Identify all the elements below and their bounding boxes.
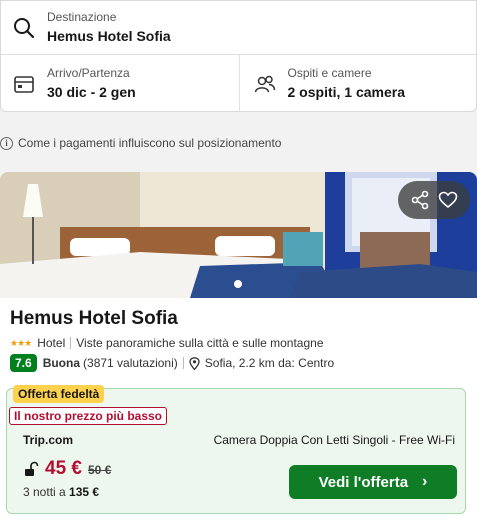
view-deal-button[interactable]: Vedi l'offerta ›: [289, 465, 457, 499]
destination-field[interactable]: Destinazione Hemus Hotel Sofia: [1, 1, 476, 55]
guests-field[interactable]: Ospiti e camere 2 ospiti, 1 camera: [238, 55, 477, 112]
hotel-type: Hotel: [37, 336, 66, 350]
destination-label: Destinazione: [47, 10, 117, 24]
guests-label: Ospiti e camere: [287, 66, 372, 80]
heart-icon[interactable]: [437, 189, 459, 211]
total-price: 3 notti a 135 €: [23, 485, 99, 499]
total-prefix: 3 notti a: [23, 485, 66, 499]
ranking-info-text: Come i pagamenti influiscono sul posizio…: [18, 136, 282, 150]
guests-icon: [254, 73, 276, 95]
rating-line[interactable]: 7.6 Buona (3871 valutazioni) Sofia, 2.2 …: [10, 354, 334, 372]
calendar-icon: [13, 73, 35, 95]
dates-field[interactable]: Arrivo/Partenza 30 dic - 2 gen: [1, 55, 239, 112]
destination-value: Hemus Hotel Sofia: [47, 28, 171, 44]
hotel-meta: ★★★ Hotel Viste panoramiche sulla città …: [10, 336, 324, 350]
original-price: 50 €: [87, 463, 112, 477]
rating-badge: 7.6: [10, 354, 37, 372]
hotel-name[interactable]: Hemus Hotel Sofia: [10, 308, 178, 330]
carousel-dot[interactable]: [234, 280, 242, 288]
hotel-result-card[interactable]: Hemus Hotel Sofia ★★★ Hotel Viste panora…: [0, 172, 477, 517]
hotel-location: Sofia, 2.2 km da: Centro: [204, 356, 335, 370]
total-amount: 135 €: [69, 485, 100, 499]
review-count: (3871 valutazioni): [83, 356, 178, 370]
lowest-price-badge: Il nostro prezzo più basso: [9, 407, 168, 425]
search-icon: [13, 17, 35, 39]
chevron-right-icon: ›: [422, 473, 428, 490]
guests-value: 2 ospiti, 1 camera: [287, 84, 406, 100]
share-icon[interactable]: [409, 189, 431, 211]
room-type: Camera Doppia Con Letti Singoli - Free W…: [213, 433, 455, 447]
star-rating-icon: ★★★: [10, 337, 32, 348]
deal-box[interactable]: Offerta fedeltà Il nostro prezzo più bas…: [6, 385, 466, 514]
dates-value: 30 dic - 2 gen: [47, 84, 136, 100]
rating-word: Buona: [42, 356, 81, 370]
dates-label: Arrivo/Partenza: [47, 66, 130, 80]
provider-name: Trip.com: [23, 433, 74, 447]
loyalty-badge: Offerta fedeltà: [13, 385, 105, 403]
location-pin-icon: [189, 356, 200, 370]
search-summary-card: Destinazione Hemus Hotel Sofia Arrivo/Pa…: [0, 0, 477, 112]
divider: [182, 357, 184, 369]
info-icon: i: [0, 136, 13, 150]
divider: [70, 337, 72, 349]
hotel-tagline: Viste panoramiche sulla città e sulle mo…: [76, 336, 324, 350]
deal-price: 45 €: [45, 458, 82, 479]
price-row: 45 € 50 €: [23, 458, 111, 480]
ranking-info-link[interactable]: i Come i pagamenti influiscono sul posiz…: [0, 136, 281, 150]
view-deal-label: Vedi l'offerta: [318, 473, 409, 491]
unlock-icon: [23, 461, 39, 477]
hotel-photo[interactable]: [0, 172, 477, 298]
photo-actions: [398, 181, 470, 219]
